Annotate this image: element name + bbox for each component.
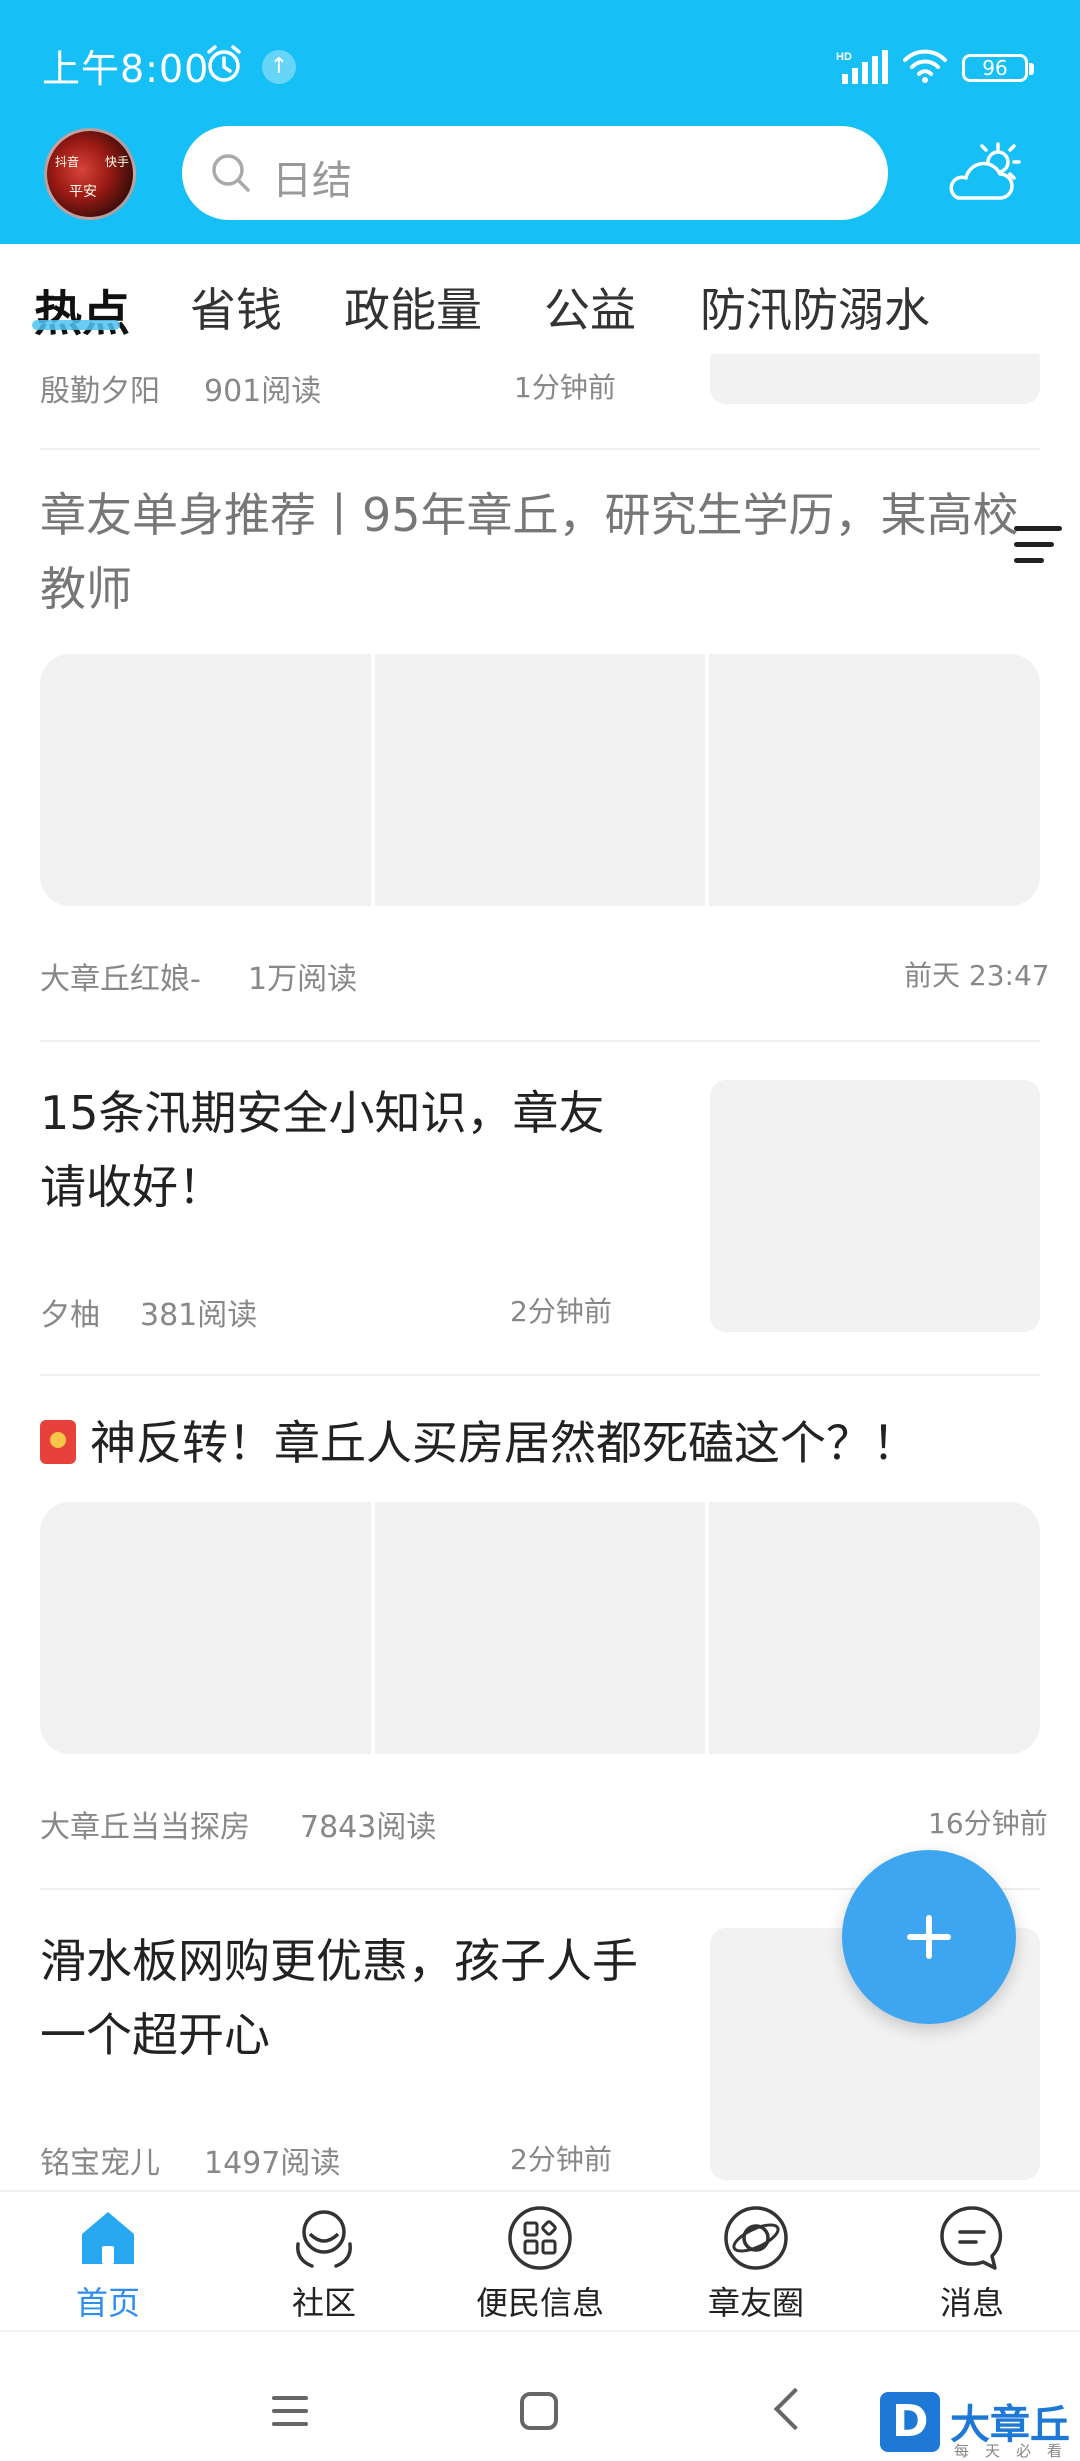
nav-home-label: 首页 — [75, 2284, 140, 2322]
bottom-nav: 首页 社区 便民信息 章友圈 消息 — [0, 2190, 1080, 2330]
logo-letter: D — [892, 2396, 929, 2447]
friends-circle-icon — [724, 2206, 788, 2270]
nav-services-label: 便民信息 — [475, 2284, 604, 2322]
message-icon — [940, 2206, 1003, 2270]
nav-services[interactable]: 便民信息 — [432, 2192, 648, 2332]
item-reads: 1万阅读 — [248, 962, 358, 997]
divider — [40, 1374, 1040, 1376]
item-title: 滑水板网购更优惠，孩子人手一个超开心 — [40, 1934, 638, 2062]
divider — [40, 448, 1040, 450]
home-button[interactable] — [520, 2392, 558, 2430]
tab-hot[interactable]: 热点 — [34, 274, 130, 344]
item-image — [374, 1502, 706, 1754]
item-time: 2分钟前 — [510, 1295, 612, 1328]
item-image — [40, 1502, 371, 1754]
logo-sub: 每天必看 — [954, 2442, 1079, 2460]
status-time: 上午8:00 — [42, 47, 210, 91]
item-image — [709, 654, 1040, 906]
search-input[interactable]: 日结 — [182, 126, 888, 220]
nav-friends-circle[interactable]: 章友圈 — [648, 2192, 864, 2332]
item-image — [709, 1502, 1040, 1754]
item-image — [40, 654, 371, 906]
services-icon — [508, 2206, 572, 2270]
user-avatar[interactable]: 抖音 快手 平安 — [44, 128, 136, 220]
item-title: 神反转！章丘人买房居然都死磕这个？！ — [90, 1416, 918, 1470]
weather-icon[interactable] — [942, 140, 1024, 206]
avatar-text-1: 抖音 — [55, 155, 80, 169]
item-reads: 901阅读 — [204, 374, 322, 409]
item-time: 16分钟前 — [928, 1807, 1048, 1840]
search-placeholder: 日结 — [272, 158, 352, 204]
item-time: 2分钟前 — [510, 2143, 612, 2176]
item-title: 15条汛期安全小知识，章友请收好！ — [40, 1086, 605, 1214]
nav-messages-label: 消息 — [939, 2284, 1004, 2322]
avatar-text-3: 平安 — [69, 184, 97, 200]
item-time: 1分钟前 — [514, 371, 616, 404]
item-thumbnail — [710, 354, 1040, 404]
nav-community[interactable]: 社区 — [216, 2192, 432, 2332]
create-post-button[interactable] — [842, 1850, 1016, 2024]
nav-messages[interactable]: 消息 — [864, 2192, 1080, 2332]
nav-community-label: 社区 — [291, 2284, 356, 2322]
red-packet-icon — [40, 1420, 76, 1464]
tab-save-money[interactable]: 省钱 — [190, 274, 282, 340]
item-author: 夕柚 — [40, 1298, 100, 1333]
app-header: 上午8:00 ↑ HD 96 抖音 快手 平安 日结 — [0, 0, 1080, 244]
battery-indicator: 96 — [962, 54, 1034, 82]
nav-home[interactable]: 首页 — [0, 2192, 216, 2332]
svg-text:HD: HD — [836, 51, 852, 63]
tab-charity[interactable]: 公益 — [544, 274, 636, 340]
signal-icon: HD — [836, 50, 888, 84]
item-author: 铭宝宠儿 — [40, 2146, 160, 2181]
divider — [40, 1040, 1040, 1042]
item-reads: 7843阅读 — [300, 1810, 437, 1845]
nav-friends-circle-label: 章友圈 — [707, 2284, 804, 2322]
status-bar: 上午8:00 ↑ HD 96 — [0, 0, 1080, 120]
wifi-icon — [903, 49, 947, 83]
item-author: 殷勤夕阳 — [40, 374, 160, 409]
avatar-text-2: 快手 — [105, 155, 130, 169]
item-title: 章友单身推荐丨95年章丘，研究生学历，某高校教师 — [40, 488, 1019, 616]
item-author: 大章丘当当探房 — [40, 1810, 250, 1845]
recent-apps-button[interactable] — [272, 2396, 308, 2426]
category-tabs: 热点 省钱 政能量 公益 防汛防溺水 — [0, 244, 1080, 563]
upload-icon: ↑ — [262, 50, 296, 84]
tab-flood-prevention[interactable]: 防汛防溺水 — [700, 274, 930, 340]
item-thumbnail — [710, 1080, 1040, 1332]
alarm-icon — [207, 45, 241, 82]
community-icon — [296, 2210, 352, 2268]
item-image-grid — [40, 1502, 1040, 1754]
item-reads: 381阅读 — [140, 1298, 258, 1333]
back-button[interactable] — [773, 2387, 817, 2431]
item-image-grid — [40, 654, 1040, 906]
item-time: 前天 23:47 — [904, 959, 1050, 992]
tab-gov-energy[interactable]: 政能量 — [344, 274, 482, 340]
item-image — [374, 654, 706, 906]
active-tab-indicator — [32, 320, 120, 330]
item-author: 大章丘红娘- — [40, 962, 201, 997]
search-icon — [212, 154, 250, 192]
home-icon — [82, 2212, 134, 2264]
item-reads: 1497阅读 — [204, 2146, 341, 2181]
